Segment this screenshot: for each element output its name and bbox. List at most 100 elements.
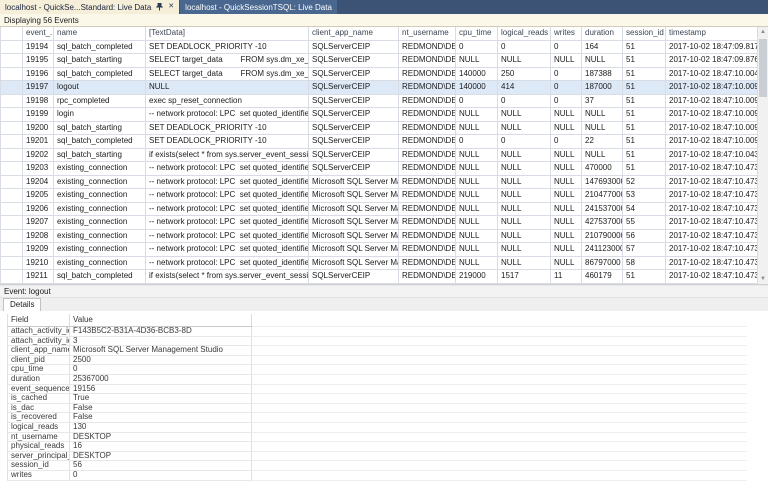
event-row[interactable]: 19203 existing_connection -- network proto… [0,161,758,176]
row-selector[interactable] [0,107,23,122]
event-row[interactable]: 19207 existing_connection -- network proto… [0,215,758,230]
details-row[interactable]: physical_reads 16 [7,441,747,452]
tab-live-data-standard[interactable]: localhost - QuickSe...Standard: Live Dat… [0,0,180,14]
event-row[interactable]: 19211 sql_batch_completed if exists(select… [0,269,758,284]
event-row[interactable]: 19210 existing_connection -- network proto… [0,256,758,270]
details-row[interactable]: event_sequence 19156 [7,384,747,395]
column-header-session_id[interactable]: session_id [622,27,666,41]
cell: NULL [497,121,551,135]
event-row[interactable]: 19196 sql_batch_completed SELECT target_da… [0,67,758,81]
cell: REDMOND\DES... [398,188,456,203]
details-column-header-field[interactable]: Field [7,314,70,327]
column-header-selector[interactable] [0,27,23,41]
row-selector[interactable] [0,269,23,284]
event-row[interactable]: 19204 existing_connection -- network proto… [0,175,758,189]
displaying-events-status: Displaying 56 Events [0,14,768,27]
event-row[interactable]: 19201 sql_batch_completed SET DEADLOCK_PRI… [0,134,758,149]
scroll-up-icon[interactable]: ▲ [758,27,768,37]
column-header-event_...[interactable]: event_... [22,27,54,41]
details-row[interactable]: attach_activity_id.s...3 [7,336,747,347]
tab-live-data-tsql[interactable]: localhost - QuickSessionTSQL: Live Data [180,0,337,14]
event-row[interactable]: 19198 rpc_completed exec sp_reset_connecti… [0,94,758,108]
row-selector[interactable] [0,134,23,149]
document-tab-strip: localhost - QuickSe...Standard: Live Dat… [0,0,768,14]
cell: NULL [581,107,623,122]
cell: sql_batch_completed [53,269,146,284]
row-selector[interactable] [0,53,23,68]
cell: 241123000 [581,242,623,257]
row-selector[interactable] [0,94,23,108]
close-icon[interactable]: ✕ [168,3,174,11]
row-selector[interactable] [0,256,23,270]
cell: NULL [497,215,551,230]
details-row[interactable]: logical_reads 130 [7,422,747,433]
cell: existing_connection [53,175,146,189]
details-row[interactable]: duration 25367000 [7,374,747,385]
details-row[interactable]: cpu_time 0 [7,364,747,375]
cell: 2017-10-02 18:47:10.0099482 [665,121,758,135]
cell: 19198 [22,94,54,108]
event-row[interactable]: 19209 existing_connection -- network proto… [0,242,758,257]
details-row[interactable]: client_pid 2500 [7,355,747,366]
column-header-name[interactable]: name [53,27,146,41]
row-selector[interactable] [0,148,23,162]
event-row[interactable]: 19208 existing_connection -- network proto… [0,229,758,243]
details-row[interactable]: is_recovered False [7,412,747,423]
cell: -- network protocol: LPC set quoted_iden… [145,188,309,203]
cell: 2017-10-02 18:47:10.4732893 [665,269,758,284]
details-row-filler [251,422,747,433]
details-column-header-value[interactable]: Value [69,314,252,327]
pin-icon[interactable] [156,3,164,11]
row-selector[interactable] [0,188,23,203]
row-selector[interactable] [0,121,23,135]
row-selector[interactable] [0,175,23,189]
column-header-logical_reads[interactable]: logical_reads [497,27,551,41]
event-row[interactable]: 19194 sql_batch_completed SET DEADLOCK_PRI… [0,40,758,54]
row-selector[interactable] [0,202,23,216]
details-row[interactable]: is_dac False [7,403,747,414]
details-row[interactable]: session_id 56 [7,460,747,471]
scroll-down-icon[interactable]: ▼ [758,274,768,284]
cell: 11 [550,269,582,284]
column-header-client_app_name[interactable]: client_app_name [308,27,399,41]
details-row[interactable]: client_app_name Microsoft SQL Server Mana… [7,345,747,356]
row-selector[interactable] [0,215,23,230]
event-row[interactable]: 19197logoutNULLSQLServerCEIPREDMOND\DES.… [0,80,758,95]
event-row[interactable]: 19205 existing_connection -- network proto… [0,188,758,203]
event-row[interactable]: 19202 sql_batch_starting if exists(select … [0,148,758,162]
details-row[interactable]: is_cached True [7,393,747,404]
cell: SELECT target_data FROM sys.dm_xe_sessio… [145,67,309,81]
vertical-scrollbar[interactable]: ▲ ▼ [757,27,768,284]
event-row[interactable]: 19199 login -- network protocol: LPC set q… [0,107,758,122]
cell: SQLServerCEIP [308,148,399,162]
cell: 19202 [22,148,54,162]
cell: 0 [497,40,551,54]
row-selector[interactable] [0,242,23,257]
cell: 140000 [455,67,498,81]
row-selector[interactable] [0,67,23,81]
cell: existing_connection [53,242,146,257]
event-row[interactable]: 19195 sql_batch_starting SELECT target_dat… [0,53,758,68]
row-selector[interactable] [0,80,23,95]
details-row[interactable]: nt_username DESKTOP [7,432,747,443]
column-header-timestamp[interactable]: timestamp [665,27,758,41]
cell: SQLServerCEIP [308,94,399,108]
tab-details[interactable]: Details [3,298,42,311]
scrollbar-thumb[interactable] [759,39,767,97]
cell: 0 [550,40,582,54]
details-row[interactable]: attach_activity_id.g...F143B5C2-B31A-4D3… [7,326,747,337]
details-row[interactable]: server_principal_na...DESKTOP [7,451,747,462]
event-row[interactable]: 19206 existing_connection -- network proto… [0,202,758,216]
column-header-duration[interactable]: duration [581,27,623,41]
cell: 51 [622,161,666,176]
row-selector[interactable] [0,161,23,176]
column-header-cpu_time[interactable]: cpu_time [455,27,498,41]
column-header-writes[interactable]: writes [550,27,582,41]
row-selector[interactable] [0,229,23,243]
row-selector[interactable] [0,40,23,54]
column-header-nt_username[interactable]: nt_username [398,27,456,41]
cell: 2017-10-02 18:47:09.8173796 [665,40,758,54]
column-header-[TextData][interactable]: [TextData] [145,27,309,41]
cell: SQLServerCEIP [308,121,399,135]
event-row[interactable]: 19200 sql_batch_starting SET DEADLOCK_PRIO… [0,121,758,135]
